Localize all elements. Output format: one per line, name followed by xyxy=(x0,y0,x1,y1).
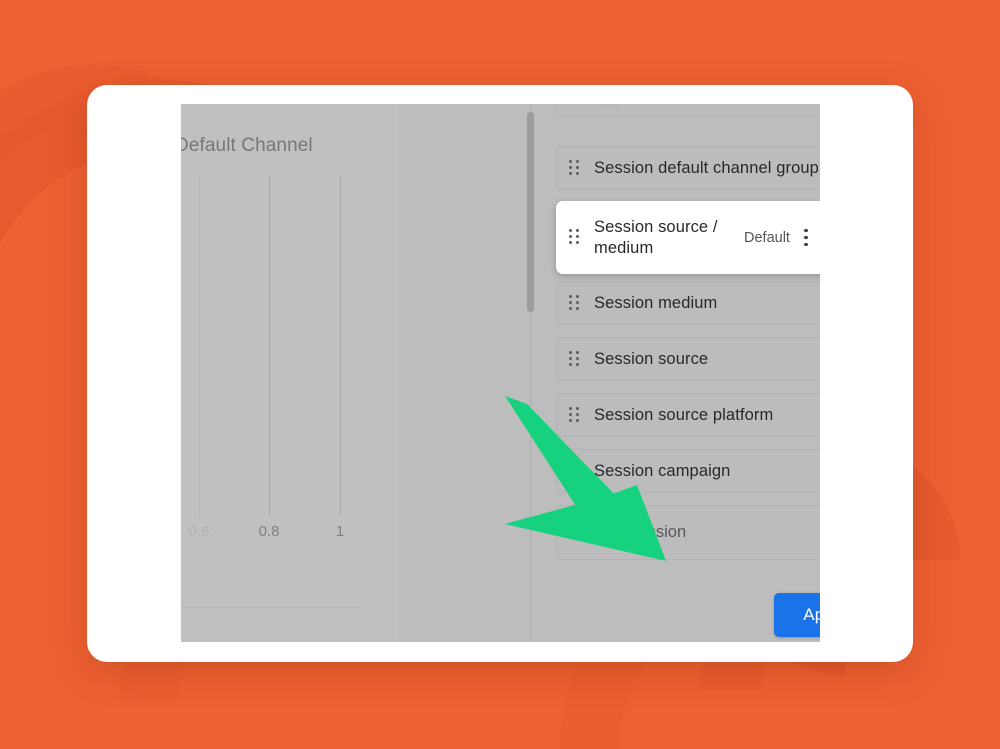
dimmed-report-region: Default Channel 0.6 0.8 1 Group) xyxy=(181,104,820,642)
chart-gridline xyxy=(199,176,200,516)
app-window-card: Default Channel 0.6 0.8 1 Group) xyxy=(87,85,913,662)
drag-handle-icon[interactable] xyxy=(569,462,581,480)
drag-handle-icon[interactable] xyxy=(569,294,581,312)
dimension-row-label: Group) xyxy=(569,104,820,111)
chart-xtick: 0.8 xyxy=(258,523,280,540)
chart-gridline xyxy=(340,176,341,516)
dimension-row-selected[interactable]: Session source / medium Default xyxy=(556,201,820,274)
add-dimension-select[interactable]: Add dimension xyxy=(556,505,820,560)
dimension-row[interactable]: Session default channel group xyxy=(556,146,820,190)
dimension-row-badge: Default xyxy=(744,229,790,246)
chart-gridline xyxy=(269,176,270,516)
dimension-row[interactable]: Session source xyxy=(556,337,820,381)
dimension-row[interactable]: Session campaign xyxy=(556,449,820,493)
dimension-row-label: Session medium xyxy=(594,293,718,312)
drag-handle-icon[interactable] xyxy=(569,229,581,246)
chart-plot-area: 0.6 0.8 1 xyxy=(183,176,441,540)
drag-handle-icon[interactable] xyxy=(569,159,581,177)
vertical-scrollbar[interactable] xyxy=(527,104,534,642)
kebab-menu-icon[interactable] xyxy=(804,228,808,247)
apply-button[interactable]: Apply xyxy=(774,593,820,637)
chart-xtick: 0.6 xyxy=(188,523,210,540)
dimension-row-label: Session source platform xyxy=(594,405,774,424)
dimension-row-clipped[interactable]: Group) xyxy=(556,104,820,116)
dimension-row[interactable]: Session source platform xyxy=(556,393,820,437)
dimension-row-label: Session default channel group xyxy=(594,158,819,177)
scrollbar-thumb[interactable] xyxy=(527,112,534,312)
dimension-row-label: Session source xyxy=(594,349,709,368)
dimension-list-panel: Group) Session default channel group Ses… xyxy=(539,104,820,642)
add-dimension-label: Add dimension xyxy=(577,523,687,541)
dimension-row-label: Session source / medium xyxy=(594,217,718,257)
drag-handle-icon[interactable] xyxy=(569,406,581,424)
chart-baseline xyxy=(183,607,363,608)
chart-xtick: 1 xyxy=(335,523,345,540)
drag-handle-icon[interactable] xyxy=(569,350,581,368)
background-chart: Default Channel 0.6 0.8 1 xyxy=(181,104,449,642)
dimension-row-label: Session campaign xyxy=(594,461,731,480)
dimension-row[interactable]: Session medium xyxy=(556,281,820,325)
chart-title: Default Channel xyxy=(181,135,313,156)
